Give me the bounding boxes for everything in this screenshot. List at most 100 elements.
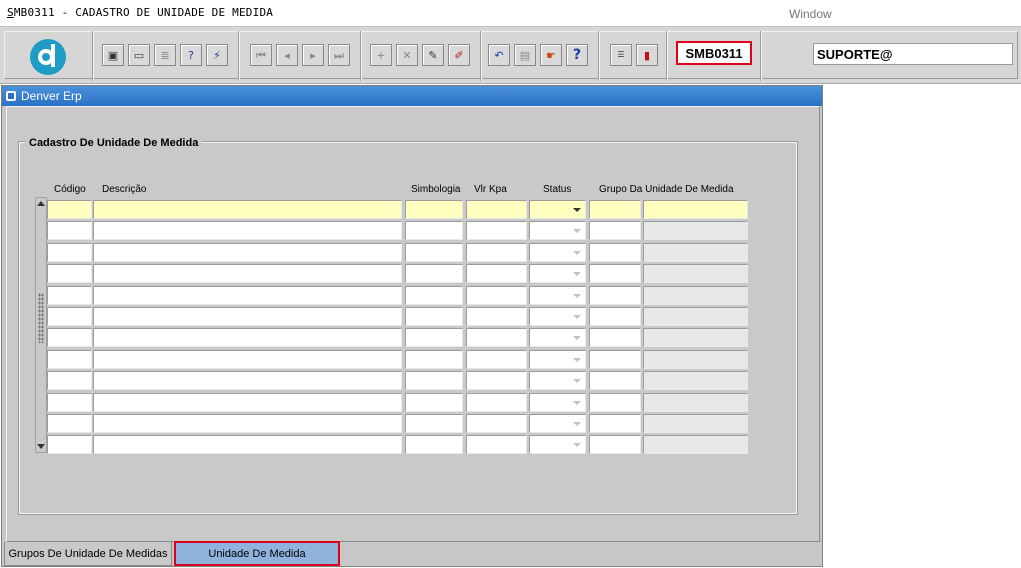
cell-codigo[interactable] bbox=[47, 371, 92, 391]
cell-descricao[interactable] bbox=[93, 435, 402, 455]
cell-simbologia[interactable] bbox=[405, 200, 463, 219]
cell-grupo-codigo[interactable] bbox=[589, 307, 641, 326]
cell-simbologia[interactable] bbox=[405, 435, 463, 455]
insert-record-icon[interactable]: + bbox=[370, 44, 392, 66]
cell-codigo[interactable] bbox=[47, 242, 92, 262]
save-icon[interactable]: ▣ bbox=[102, 44, 124, 66]
cell-vlr-kpa[interactable] bbox=[466, 349, 527, 369]
cell-descricao[interactable] bbox=[93, 371, 402, 391]
cell-status[interactable] bbox=[529, 307, 586, 326]
first-record-icon[interactable]: ⏮ bbox=[250, 44, 272, 66]
cell-codigo[interactable] bbox=[47, 328, 92, 348]
cell-status[interactable] bbox=[529, 264, 586, 284]
cell-vlr-kpa[interactable] bbox=[466, 285, 527, 305]
cell-descricao[interactable] bbox=[93, 328, 402, 348]
query-help-icon[interactable]: ? bbox=[180, 44, 202, 66]
cell-codigo[interactable] bbox=[47, 392, 92, 412]
clear-icon[interactable]: ✐ bbox=[448, 44, 470, 66]
cell-simbologia[interactable] bbox=[405, 264, 463, 284]
cell-grupo-codigo[interactable] bbox=[589, 328, 641, 348]
scroll-down-icon[interactable] bbox=[37, 444, 45, 449]
tab-grupos[interactable]: Grupos De Unidade De Medidas bbox=[4, 542, 172, 566]
cell-descricao[interactable] bbox=[93, 285, 402, 305]
cell-simbologia[interactable] bbox=[405, 328, 463, 348]
cell-grupo-codigo[interactable] bbox=[589, 242, 641, 262]
cell-status[interactable] bbox=[529, 242, 586, 262]
cell-vlr-kpa[interactable] bbox=[466, 371, 527, 391]
cell-status[interactable] bbox=[529, 392, 586, 412]
menu-icon[interactable]: ☰ bbox=[610, 44, 632, 66]
print-preview-icon[interactable]: ▭ bbox=[128, 44, 150, 66]
cell-codigo[interactable] bbox=[47, 307, 92, 326]
exit-icon[interactable]: ▮ bbox=[636, 44, 658, 66]
undo-icon[interactable]: ↶ bbox=[488, 44, 510, 66]
scroll-up-icon[interactable] bbox=[37, 201, 45, 206]
cell-grupo-codigo[interactable] bbox=[589, 285, 641, 305]
cell-descricao[interactable] bbox=[93, 221, 402, 241]
scroll-grip[interactable] bbox=[38, 293, 44, 343]
paste-icon[interactable]: ▤ bbox=[514, 44, 536, 66]
cell-codigo[interactable] bbox=[47, 414, 92, 433]
cell-status[interactable] bbox=[529, 285, 586, 305]
cell-codigo[interactable] bbox=[47, 200, 92, 219]
cell-grupo-codigo[interactable] bbox=[589, 200, 641, 219]
window-menu[interactable]: Window bbox=[789, 7, 832, 21]
cell-vlr-kpa[interactable] bbox=[466, 264, 527, 284]
cell-codigo[interactable] bbox=[47, 264, 92, 284]
cell-grupo-codigo[interactable] bbox=[589, 349, 641, 369]
cell-descricao[interactable] bbox=[93, 307, 402, 326]
cell-vlr-kpa[interactable] bbox=[466, 435, 527, 455]
cell-descricao[interactable] bbox=[93, 349, 402, 369]
cell-status[interactable] bbox=[529, 435, 586, 455]
tools-icon[interactable]: ☛ bbox=[540, 44, 562, 66]
cell-descricao[interactable] bbox=[93, 414, 402, 433]
cell-codigo[interactable] bbox=[47, 435, 92, 455]
cell-vlr-kpa[interactable] bbox=[466, 414, 527, 433]
cell-grupo-codigo[interactable] bbox=[589, 371, 641, 391]
tab-unidade[interactable]: Unidade De Medida bbox=[174, 541, 340, 566]
cell-vlr-kpa[interactable] bbox=[466, 307, 527, 326]
cell-codigo[interactable] bbox=[47, 221, 92, 241]
cell-grupo-codigo[interactable] bbox=[589, 435, 641, 455]
cell-descricao[interactable] bbox=[93, 392, 402, 412]
main-window: Denver Erp Cadastro De Unidade De Medida… bbox=[1, 85, 823, 567]
edit-record-icon[interactable]: ✎ bbox=[422, 44, 444, 66]
cell-status[interactable] bbox=[529, 349, 586, 369]
cell-codigo[interactable] bbox=[47, 349, 92, 369]
cell-status[interactable] bbox=[529, 328, 586, 348]
execute-query-icon[interactable]: ⚡ bbox=[206, 44, 228, 66]
window-title: Denver Erp bbox=[21, 89, 82, 103]
delete-record-icon[interactable]: ✕ bbox=[396, 44, 418, 66]
help-icon[interactable]: ? bbox=[566, 44, 588, 66]
cell-grupo-codigo[interactable] bbox=[589, 264, 641, 284]
cell-codigo[interactable] bbox=[47, 285, 92, 305]
cell-grupo-codigo[interactable] bbox=[589, 221, 641, 241]
cell-status[interactable] bbox=[529, 371, 586, 391]
cell-simbologia[interactable] bbox=[405, 414, 463, 433]
cell-grupo-codigo[interactable] bbox=[589, 414, 641, 433]
records-scrollbar[interactable] bbox=[35, 197, 47, 453]
cell-status[interactable] bbox=[529, 414, 586, 433]
cell-vlr-kpa[interactable] bbox=[466, 221, 527, 241]
print-icon[interactable]: ≣ bbox=[154, 44, 176, 66]
cell-vlr-kpa[interactable] bbox=[466, 328, 527, 348]
cell-simbologia[interactable] bbox=[405, 371, 463, 391]
last-record-icon[interactable]: ⏭ bbox=[328, 44, 350, 66]
cell-descricao[interactable] bbox=[93, 200, 402, 219]
previous-record-icon[interactable]: ◂ bbox=[276, 44, 298, 66]
cell-vlr-kpa[interactable] bbox=[466, 200, 527, 219]
cell-simbologia[interactable] bbox=[405, 242, 463, 262]
cell-simbologia[interactable] bbox=[405, 349, 463, 369]
cell-grupo-codigo[interactable] bbox=[589, 392, 641, 412]
cell-simbologia[interactable] bbox=[405, 221, 463, 241]
cell-simbologia[interactable] bbox=[405, 392, 463, 412]
cell-simbologia[interactable] bbox=[405, 285, 463, 305]
cell-status[interactable] bbox=[529, 200, 586, 219]
cell-descricao[interactable] bbox=[93, 242, 402, 262]
cell-simbologia[interactable] bbox=[405, 307, 463, 326]
cell-descricao[interactable] bbox=[93, 264, 402, 284]
cell-vlr-kpa[interactable] bbox=[466, 392, 527, 412]
cell-vlr-kpa[interactable] bbox=[466, 242, 527, 262]
next-record-icon[interactable]: ▸ bbox=[302, 44, 324, 66]
cell-status[interactable] bbox=[529, 221, 586, 241]
